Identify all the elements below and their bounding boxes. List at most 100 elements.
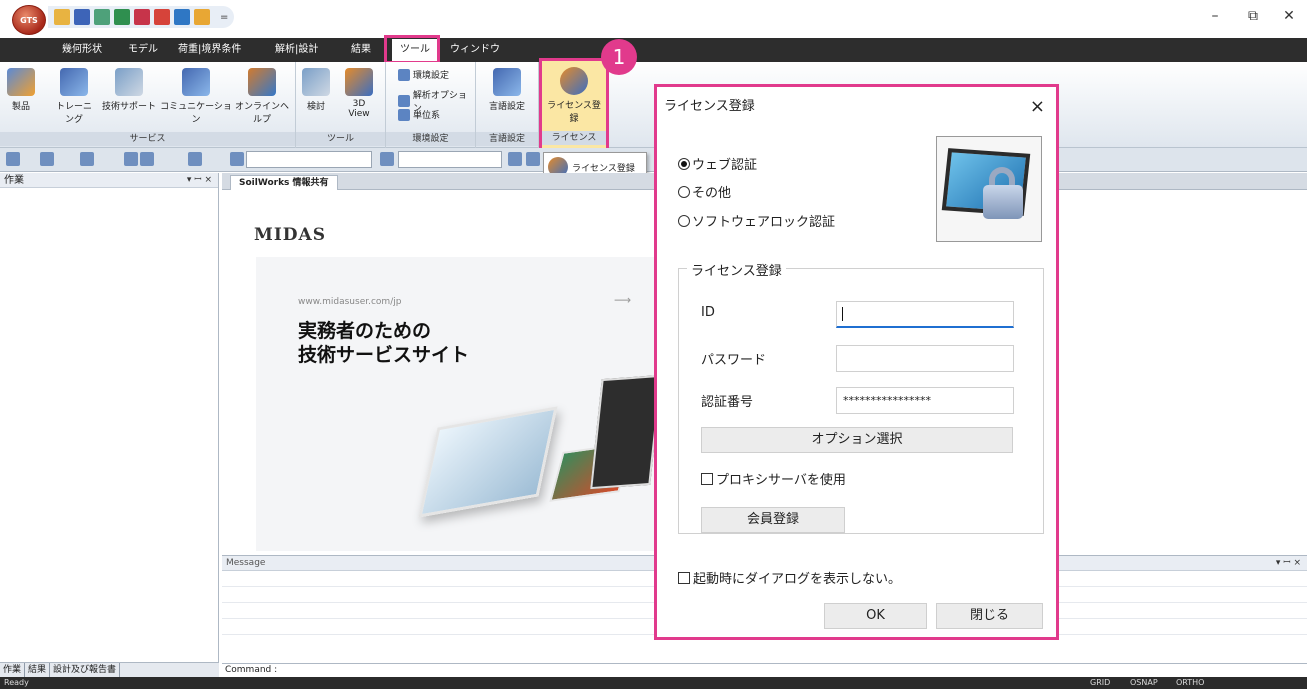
save-icon[interactable] — [74, 9, 90, 25]
text-caret — [842, 307, 843, 321]
lock-body — [983, 185, 1023, 219]
tablet-image — [418, 406, 558, 518]
dialog-close-icon[interactable]: × — [1030, 90, 1045, 124]
tablet-image-3 — [590, 374, 662, 490]
select-icon[interactable] — [80, 152, 94, 166]
tab-result[interactable]: 結果 — [25, 663, 51, 677]
layer-select[interactable] — [246, 151, 372, 168]
command-line[interactable]: Command : — [222, 663, 1307, 677]
headset-icon — [115, 68, 143, 96]
id-field[interactable] — [836, 301, 1014, 328]
panel-controls[interactable]: ▾ ꟷ × — [187, 173, 212, 188]
communication-button[interactable]: コミュニケーション — [160, 68, 232, 125]
env-settings-button[interactable]: 環境設定 — [398, 68, 449, 81]
member-register-button[interactable]: 会員登録 — [701, 507, 845, 533]
redo-icon[interactable] — [40, 152, 54, 166]
work-panel-header: 作業 ▾ ꟷ × — [0, 173, 218, 188]
element-icon[interactable] — [140, 152, 154, 166]
language-icon — [493, 68, 521, 96]
password-label: パスワード — [701, 353, 767, 368]
restore-button[interactable]: ⧉ — [1238, 8, 1268, 24]
tab-work[interactable]: 作業 — [0, 663, 26, 677]
grid-view-icon[interactable] — [94, 9, 110, 25]
tech-support-button[interactable]: 技術サポート — [100, 68, 158, 112]
proxy-checkbox[interactable]: プロキシサーバを使用 — [701, 469, 846, 488]
chart-icon[interactable] — [114, 9, 130, 25]
filter-icon[interactable] — [230, 152, 244, 166]
qat-dropdown-icon[interactable]: = — [220, 12, 228, 23]
lock-icon — [936, 136, 1042, 242]
view-icon[interactable] — [188, 152, 202, 166]
fieldset-legend: ライセンス登録 — [687, 260, 786, 279]
message-panel-controls[interactable]: ▾ ꟷ × — [1276, 556, 1301, 571]
close-window-button[interactable]: ✕ — [1274, 8, 1304, 24]
startup-checkbox[interactable]: 起動時にダイアログを表示しない。 — [678, 568, 901, 587]
tab-results[interactable]: 結果 — [351, 38, 371, 62]
status-grid[interactable]: GRID — [1090, 678, 1110, 687]
license-register-button[interactable]: ライセンス登録 — [544, 67, 604, 124]
tab-design-report[interactable]: 設計及び報告書 — [50, 663, 121, 677]
style-select[interactable] — [398, 151, 502, 168]
ok-button[interactable]: OK — [824, 603, 927, 629]
ribbon-group-service: 製品 トレーニング 技術サポート コミュニケーション オンラインヘルプ サービス — [0, 62, 296, 148]
arrow-right-icon[interactable]: ⟶ — [614, 293, 631, 307]
training-icon — [60, 68, 88, 96]
product-button[interactable]: 製品 — [6, 68, 36, 112]
view3d-icon[interactable] — [526, 152, 540, 166]
close-button[interactable]: 閉じる — [936, 603, 1043, 629]
promo-headline: 実務者のための 技術サービスサイト — [298, 320, 470, 366]
password-field[interactable] — [836, 345, 1014, 372]
language-settings-button[interactable]: 言語設定 — [480, 68, 534, 112]
promo-url[interactable]: www.midasuser.com/jp — [298, 297, 401, 307]
tab-window[interactable]: ウィンドウ — [450, 38, 500, 62]
product-icon — [7, 68, 35, 96]
option-select-button[interactable]: オプション選択 — [701, 427, 1013, 453]
qa-icon — [182, 68, 210, 96]
unit-icon — [398, 108, 410, 121]
status-bar: Ready GRID OSNAP ORTHO — [0, 677, 1307, 689]
training-button[interactable]: トレーニング — [52, 68, 96, 125]
cube-icon — [345, 68, 373, 96]
3d-view-button[interactable]: 3D View — [342, 68, 376, 119]
add-icon[interactable] — [194, 9, 210, 25]
window-icon[interactable] — [134, 9, 150, 25]
auth-number-label: 認証番号 — [701, 395, 754, 410]
layout-icon[interactable] — [174, 9, 190, 25]
radio-web-auth[interactable]: ウェブ認証 — [678, 154, 757, 173]
promo-banner[interactable]: www.midasuser.com/jp ⟶ 実務者のための 技術サービスサイト — [256, 257, 662, 551]
panel-icon[interactable] — [154, 9, 170, 25]
search-icon[interactable] — [508, 152, 522, 166]
minimize-button[interactable]: – — [1200, 8, 1230, 24]
radio-other[interactable]: その他 — [678, 182, 731, 201]
tab-analysis-design[interactable]: 解析|設計 — [275, 38, 318, 62]
status-ortho[interactable]: ORTHO — [1176, 678, 1204, 687]
message-panel-title: Message — [226, 558, 266, 568]
ribbon-tab-bar: 幾何形状 モデル 荷重|境界条件 解析|設計 結果 ツール ウィンドウ — [0, 38, 1307, 62]
tab-load-boundary[interactable]: 荷重|境界条件 — [178, 38, 241, 62]
auth-number-field[interactable]: **************** — [836, 387, 1014, 414]
title-bar: GTS = – ⧉ ✕ — [0, 0, 1307, 38]
review-button[interactable]: 検討 — [302, 68, 330, 112]
app-menu-button[interactable]: GTS — [12, 5, 46, 35]
quick-access-toolbar: = — [48, 6, 235, 28]
ribbon-group-license: ライセンス登録 ライセンス — [539, 58, 609, 152]
radio-dot — [678, 185, 690, 198]
undo-icon[interactable] — [6, 152, 20, 166]
online-help-button[interactable]: オンラインヘルプ — [232, 68, 292, 125]
unit-system-button[interactable]: 単位系 — [398, 108, 440, 121]
tab-geometry[interactable]: 幾何形状 — [62, 38, 102, 62]
group-label-language: 言語設定 — [476, 132, 538, 146]
ribbon-group-env: 環境設定 解析オプション 単位系 環境設定 — [386, 62, 476, 148]
dialog-title: ライセンス登録 — [664, 99, 755, 114]
open-folder-icon[interactable] — [54, 9, 70, 25]
group-label-tools: ツール — [296, 132, 385, 146]
tab-model[interactable]: モデル — [128, 38, 158, 62]
id-label: ID — [701, 305, 715, 320]
tab-soilworks-info[interactable]: SoilWorks 情報共有 — [230, 175, 338, 190]
radio-software-lock[interactable]: ソフトウェアロック認証 — [678, 211, 835, 230]
node-icon[interactable] — [124, 152, 138, 166]
tools-tab-highlight — [384, 35, 440, 64]
pen-icon[interactable] — [380, 152, 394, 166]
ribbon-group-tools: 検討 3D View ツール — [296, 62, 386, 148]
status-osnap[interactable]: OSNAP — [1130, 678, 1158, 687]
